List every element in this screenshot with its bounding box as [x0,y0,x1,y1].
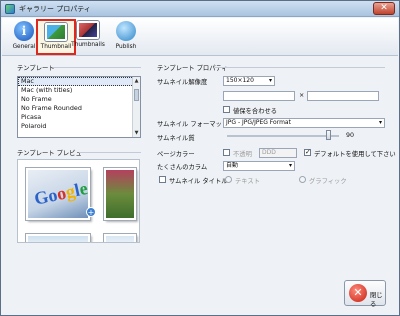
template-item[interactable]: Mac (with titles) [18,86,140,95]
close-button-label: 閉じる [370,292,383,308]
fit-label: 値保を合わせる [233,108,278,115]
gallery-properties-window: ギャラリー プロパティ ✕ i General Thumbnail Thumbn… [0,0,400,316]
format-label: サムネイル フォーマット [157,121,229,128]
templates-section-title: テンプレート [17,65,55,72]
thumb-title-label: サムネイル タイトル [169,178,228,185]
templates-listbox[interactable]: Mac Mac (with titles) No Frame No Frame … [17,76,141,138]
templates-scrollbar[interactable]: ▲ ▼ [132,77,140,137]
use-default-label: デフォルトを使用して下さい [314,151,396,158]
format-select[interactable]: JPG - JPG/JPEG Format [223,118,385,128]
text-radio-label: テキスト [235,178,260,185]
preview-thumbnail-4 [104,234,136,242]
size-separator: × [299,92,305,99]
info-icon: i [14,21,34,41]
quality-label: サムネイル質 [157,135,195,142]
quality-value: 90 [346,132,355,139]
tab-thumbnails-label: Thumbnails [71,42,105,48]
scroll-up-icon[interactable]: ▲ [133,77,140,85]
thumb-size-select[interactable]: 150×120 [223,76,275,86]
tab-publish-label: Publish [115,44,137,50]
template-item[interactable]: Picasa [18,113,140,122]
template-props-divider [215,67,385,68]
svg-text:Google: Google [32,178,88,209]
thumb-title-checkbox[interactable] [159,176,166,183]
color-field[interactable]: DDD [259,148,297,158]
title-bar: ギャラリー プロパティ ✕ [1,1,399,17]
window-title: ギャラリー プロパティ [19,5,91,13]
preview-thumbnail-google: Google [26,168,90,220]
template-item[interactable]: No Frame Rounded [18,104,140,113]
google-logo-icon: Google [32,178,89,209]
template-preview: Google + [17,159,140,243]
zoom-plus-icon: + [86,207,96,217]
transparent-label: 不透明 [233,151,252,158]
bg-color-label: ページカラー [157,151,195,158]
preview-divider [79,152,141,153]
app-icon [5,4,15,14]
thumb-height-field[interactable] [307,91,379,101]
thumbnails-icon [77,21,99,39]
graphic-radio-label: グラフィック [309,178,347,185]
window-close-button[interactable]: ✕ [373,2,395,15]
thumb-size-label: サムネイル解像度 [157,79,208,86]
close-x-icon: ✕ [349,284,367,302]
graphic-radio[interactable] [299,176,306,183]
close-button[interactable]: ✕ 閉じる [344,280,386,308]
text-radio[interactable] [225,176,232,183]
fit-checkbox[interactable] [223,106,230,113]
columns-label: たくさんのカラム [157,164,208,171]
tab-thumbnails[interactable]: Thumbnails [68,19,108,55]
transparent-checkbox[interactable] [223,149,230,156]
thumbnail-icon [45,23,67,41]
thumb-width-field[interactable] [223,91,295,101]
preview-thumbnail-3 [26,234,90,242]
scroll-thumb[interactable] [134,89,139,101]
template-item[interactable]: No Frame [18,95,140,104]
columns-select[interactable]: 自動 [223,161,295,171]
preview-thumbnail-flowers [104,168,136,220]
scroll-down-icon[interactable]: ▼ [133,129,140,137]
toolbar: i General Thumbnail Thumbnails Publish [2,18,398,56]
quality-slider-thumb[interactable] [326,130,331,140]
template-item[interactable]: Mac [18,77,140,86]
tab-publish[interactable]: Publish [106,19,146,55]
template-item[interactable]: Polaroid [18,122,140,131]
use-default-checkbox[interactable] [304,148,311,156]
publish-globe-icon [116,21,136,41]
templates-divider [53,67,141,68]
quality-slider-track[interactable] [227,135,339,137]
preview-section-title: テンプレート プレビュー [17,150,89,157]
